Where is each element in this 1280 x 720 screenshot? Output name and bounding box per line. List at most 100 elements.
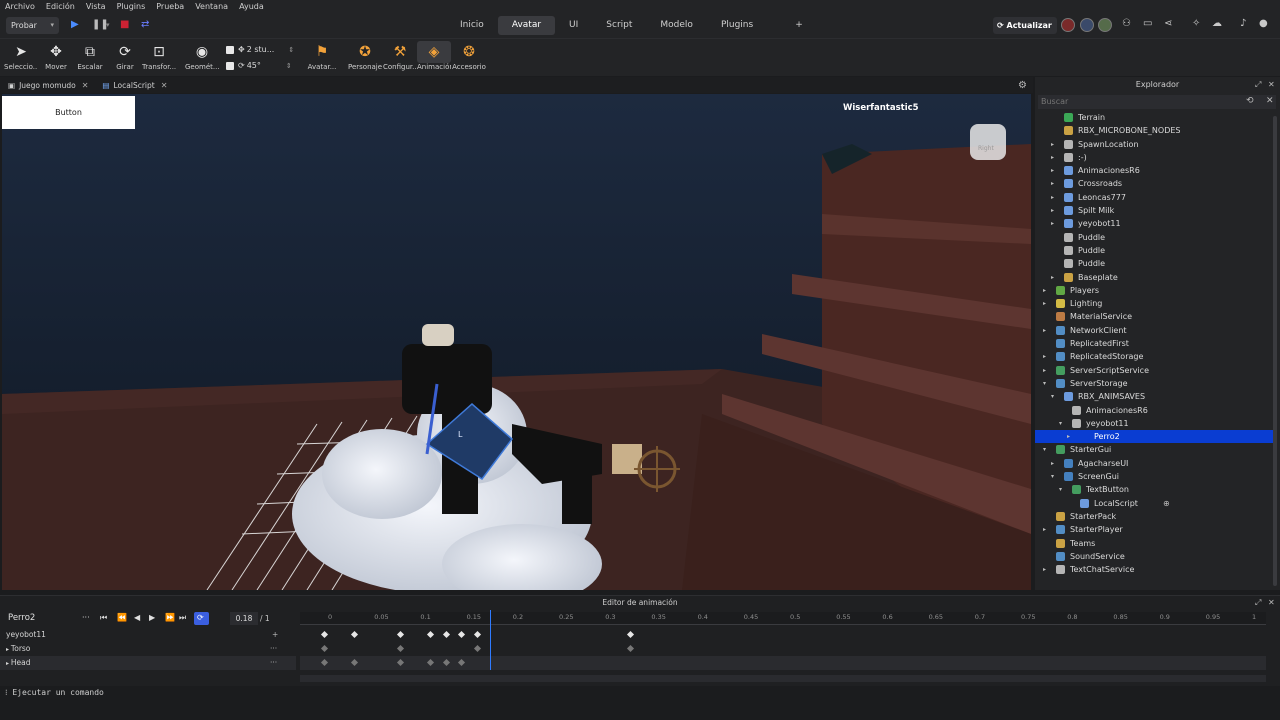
keyframe[interactable] xyxy=(426,658,435,667)
close-icon[interactable]: ✕ xyxy=(1266,96,1274,106)
add-icon[interactable]: ⊕ xyxy=(1163,497,1170,510)
keyframe[interactable] xyxy=(473,630,482,639)
tree-item[interactable]: Puddle xyxy=(1035,257,1273,270)
tree-item[interactable]: ▾ TextButton xyxy=(1035,483,1273,496)
keyframe[interactable] xyxy=(457,658,466,667)
tree-item[interactable]: Puddle xyxy=(1035,244,1273,257)
scale-tool[interactable]: ⧉ Escalar xyxy=(73,41,107,71)
chevron-right-icon[interactable]: ▸ xyxy=(1049,138,1056,151)
menu-item-vista[interactable]: Vista xyxy=(86,2,106,11)
tab-plugins[interactable]: Plugins xyxy=(707,16,767,35)
chevron-down-icon[interactable]: ▾ xyxy=(1057,417,1064,430)
more-icon[interactable]: ··· xyxy=(270,642,277,656)
tree-item[interactable]: ▸ ReplicatedStorage xyxy=(1035,350,1273,363)
tree-item[interactable]: ▾ RBX_ANIMSAVES xyxy=(1035,390,1273,403)
timeline-scrollbar[interactable] xyxy=(300,675,1266,682)
more-icon[interactable]: ··· xyxy=(270,656,277,670)
chevron-right-icon[interactable]: ▸ xyxy=(1049,457,1056,470)
menu-item-ventana[interactable]: Ventana xyxy=(195,2,228,11)
chevron-down-icon[interactable]: ▾ xyxy=(1057,483,1064,496)
gui-button-preview[interactable]: Button xyxy=(2,96,135,129)
chevron-right-icon[interactable]: ▸ xyxy=(1041,297,1048,310)
keyframe-lane[interactable] xyxy=(300,656,1266,670)
tab-modelo[interactable]: Modelo xyxy=(646,16,707,35)
keyframe[interactable] xyxy=(396,644,405,653)
keyframe-lane[interactable] xyxy=(300,642,1266,656)
explorer-scrollbar[interactable] xyxy=(1273,116,1277,586)
chevron-right-icon[interactable]: ▸ xyxy=(1041,563,1048,576)
track-row[interactable]: ▸ Head ··· xyxy=(0,656,296,670)
gear-icon[interactable]: ⚙ xyxy=(1018,80,1027,91)
bell-icon[interactable]: ♪ xyxy=(1240,18,1246,29)
tree-item[interactable]: Teams xyxy=(1035,537,1273,550)
user-add-icon[interactable]: ⚇ xyxy=(1122,18,1131,29)
play-icon[interactable]: ▶ xyxy=(149,613,155,622)
chevron-right-icon[interactable]: ▸ xyxy=(1049,217,1056,230)
chevron-right-icon[interactable]: ▸ xyxy=(1049,271,1056,284)
skip-end-icon[interactable]: ⏭ xyxy=(179,613,186,623)
tree-item[interactable]: ▸ Crossroads xyxy=(1035,177,1273,190)
tab-inicio[interactable]: Inicio xyxy=(446,16,498,35)
tree-item[interactable]: RBX_MICROBONE_NODES xyxy=(1035,124,1273,137)
tree-item[interactable]: ▸ Players xyxy=(1035,284,1273,297)
rig-name[interactable]: Perro2 xyxy=(8,612,78,625)
tab-ui[interactable]: UI xyxy=(555,16,592,35)
avatar-tool[interactable]: ⚑ Avatar... xyxy=(305,41,339,71)
scene-render[interactable] xyxy=(2,94,1031,590)
snap-move-checkbox[interactable] xyxy=(226,45,234,54)
select-tool[interactable]: ➤ Seleccio... xyxy=(4,41,38,71)
avatar[interactable] xyxy=(1061,18,1075,32)
tree-item[interactable]: ▸ Leoncas777 xyxy=(1035,191,1273,204)
menu-item-plugins[interactable]: Plugins xyxy=(117,2,146,11)
update-button[interactable]: ⟳ Actualizar xyxy=(993,17,1057,34)
snap-rotate-row[interactable]: ⟳ 45° ⇕ xyxy=(226,61,292,70)
explorer-search-input[interactable] xyxy=(1038,95,1276,109)
tree-item[interactable]: ▸ StarterPlayer xyxy=(1035,523,1273,536)
chevron-down-icon[interactable]: ▾ xyxy=(106,21,110,29)
transform-tool[interactable]: ⊡ Transfor... xyxy=(142,41,176,71)
more-icon[interactable]: ··· xyxy=(82,613,90,622)
cloud-icon[interactable]: ☁ xyxy=(1212,18,1222,29)
snap-move-value[interactable]: 2 stu... xyxy=(247,45,275,54)
keyframe[interactable] xyxy=(473,644,482,653)
close-icon[interactable]: ✕ xyxy=(1268,77,1275,93)
tree-item[interactable]: ▸ ServerScriptService xyxy=(1035,364,1273,377)
tree-item[interactable]: ▸ AnimacionesR6 xyxy=(1035,164,1273,177)
move-tool[interactable]: ✥ Mover xyxy=(39,41,73,71)
collab-icon[interactable]: ✧ xyxy=(1192,18,1200,29)
keyframe[interactable] xyxy=(442,658,451,667)
geometry-tool[interactable]: ◉ Geomét... xyxy=(185,41,219,71)
skip-start-icon[interactable]: ⏮ xyxy=(100,613,107,623)
chevron-right-icon[interactable]: ▸ xyxy=(1041,523,1048,536)
add-icon[interactable]: + xyxy=(272,628,278,642)
avatar[interactable] xyxy=(1098,18,1112,32)
keyframe[interactable] xyxy=(426,630,435,639)
share-icon[interactable]: ⋖ xyxy=(1164,18,1172,29)
keyframe[interactable] xyxy=(442,630,451,639)
tree-item[interactable]: ReplicatedFirst xyxy=(1035,337,1273,350)
character-tool[interactable]: ✪ Personaje xyxy=(348,41,382,71)
tree-item[interactable]: ▸ Baseplate xyxy=(1035,271,1273,284)
track-row[interactable]: ▸ Torso ··· xyxy=(0,642,296,656)
chat-icon[interactable]: ▭ xyxy=(1143,18,1152,29)
tree-item[interactable]: ▸ yeyobot11 xyxy=(1035,217,1273,230)
client-server-icon[interactable]: ⇄ xyxy=(141,19,149,30)
chevron-down-icon[interactable]: ▾ xyxy=(1041,443,1048,456)
chevron-right-icon[interactable]: ▸ xyxy=(1041,350,1048,363)
keyframe[interactable] xyxy=(626,630,635,639)
3d-viewport[interactable]: L Right xyxy=(2,94,1031,590)
tree-item[interactable]: ▾ ScreenGui xyxy=(1035,470,1273,483)
tree-item[interactable]: ▾ ServerStorage xyxy=(1035,377,1273,390)
chevron-right-icon[interactable]: ▸ xyxy=(1049,177,1056,190)
chevron-right-icon[interactable]: ▸ xyxy=(1065,430,1072,443)
keyframe[interactable] xyxy=(350,658,359,667)
keyframe[interactable] xyxy=(350,630,359,639)
accessory-tool[interactable]: ❂ Accesorio xyxy=(452,41,486,71)
close-icon[interactable]: ✕ xyxy=(82,81,89,90)
command-input[interactable]: Ejecutar un comando xyxy=(12,688,104,697)
chevron-down-icon[interactable]: ▾ xyxy=(1049,390,1056,403)
chevron-down-icon[interactable]: ▾ xyxy=(1049,470,1056,483)
animation-tool[interactable]: ◈ Animación xyxy=(417,41,451,71)
tree-item[interactable]: LocalScript ⊕ xyxy=(1035,497,1273,510)
menu-item-ayuda[interactable]: Ayuda xyxy=(239,2,264,11)
